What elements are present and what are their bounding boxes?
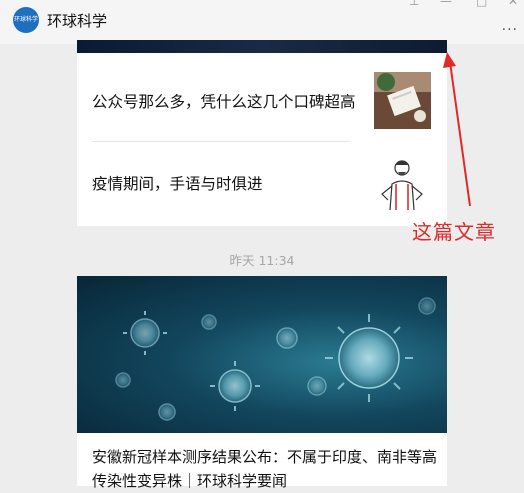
annotation-label: 这篇文章 [412,220,496,244]
